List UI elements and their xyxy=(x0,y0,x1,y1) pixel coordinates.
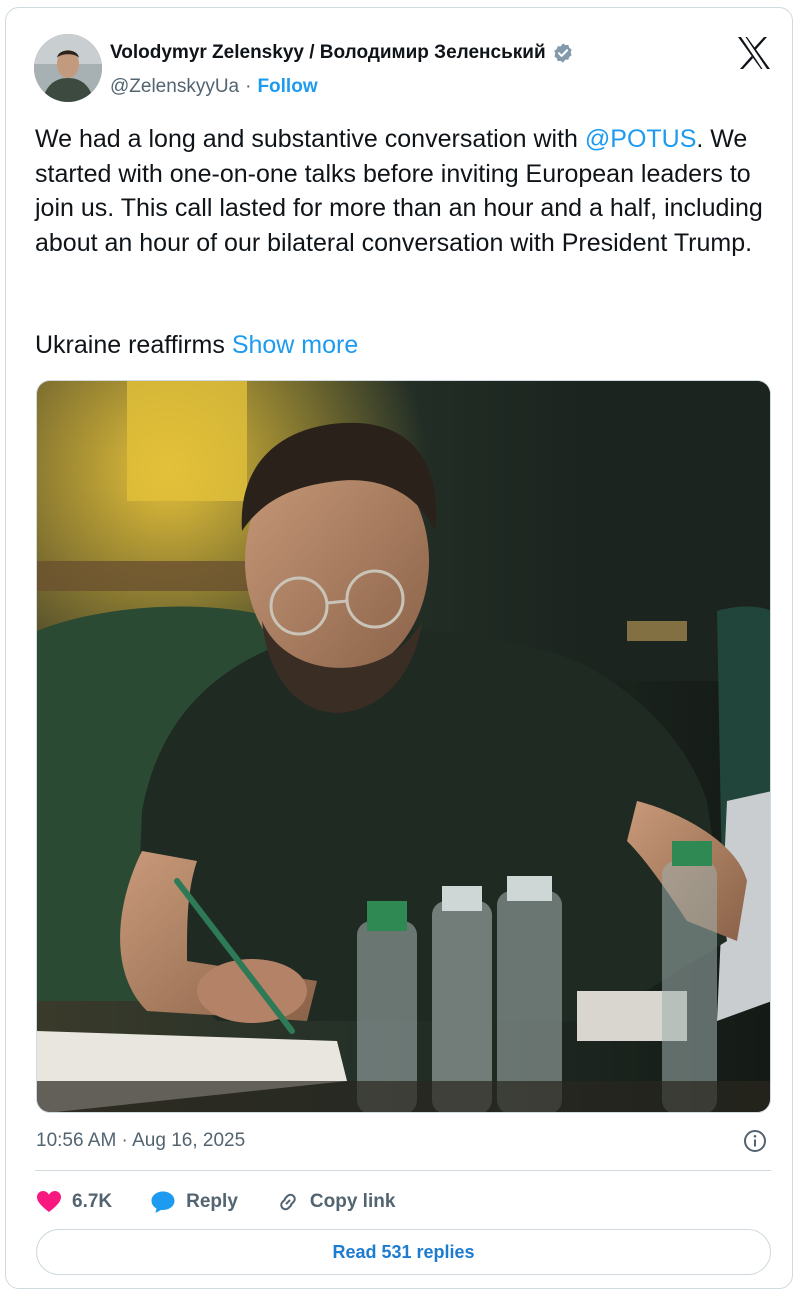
read-replies-button[interactable]: Read 531 replies xyxy=(36,1229,771,1275)
x-logo-icon[interactable] xyxy=(736,36,772,70)
action-bar: 6.7K Reply Copy link xyxy=(36,1185,433,1219)
author-name-row: Volodymyr Zelenskyy / Володимир Зеленськ… xyxy=(110,42,574,64)
tweet-text-before-mention: We had a long and substantive conversati… xyxy=(35,125,585,153)
link-icon xyxy=(276,1190,300,1214)
reply-label: Reply xyxy=(186,1191,238,1212)
heart-icon xyxy=(36,1190,62,1214)
author-display-name[interactable]: Volodymyr Zelenskyy / Володимир Зеленськ… xyxy=(110,42,546,64)
tweet-photo[interactable] xyxy=(36,380,771,1113)
author-handle-row: @ZelenskyyUa · Follow xyxy=(110,76,318,98)
like-button[interactable]: 6.7K xyxy=(36,1190,112,1214)
verified-badge-icon xyxy=(552,42,574,64)
handle-separator: · xyxy=(245,76,252,97)
tweet-text: We had a long and substantive conversati… xyxy=(35,122,775,260)
copy-link-label: Copy link xyxy=(309,1191,396,1212)
tweet-timestamp[interactable]: 10:56 AM · Aug 16, 2025 xyxy=(36,1130,245,1152)
info-icon[interactable] xyxy=(743,1129,767,1153)
follow-button[interactable]: Follow xyxy=(257,76,317,98)
reply-button[interactable]: Reply xyxy=(150,1190,238,1214)
author-handle[interactable]: @ZelenskyyUa xyxy=(110,76,239,98)
tweet-truncated-text: Ukraine reaffirms xyxy=(35,331,232,359)
show-more-link[interactable]: Show more xyxy=(232,331,358,359)
mention-link[interactable]: @POTUS xyxy=(585,125,697,153)
avatar[interactable] xyxy=(34,34,102,102)
likes-count: 6.7K xyxy=(72,1191,113,1212)
reply-bubble-icon xyxy=(150,1190,176,1214)
copy-link-button[interactable]: Copy link xyxy=(276,1190,396,1214)
divider xyxy=(35,1170,771,1171)
tweet-card: Volodymyr Zelenskyy / Володимир Зеленськ… xyxy=(5,7,793,1289)
tweet-truncated-line: Ukraine reaffirms Show more xyxy=(35,328,358,362)
